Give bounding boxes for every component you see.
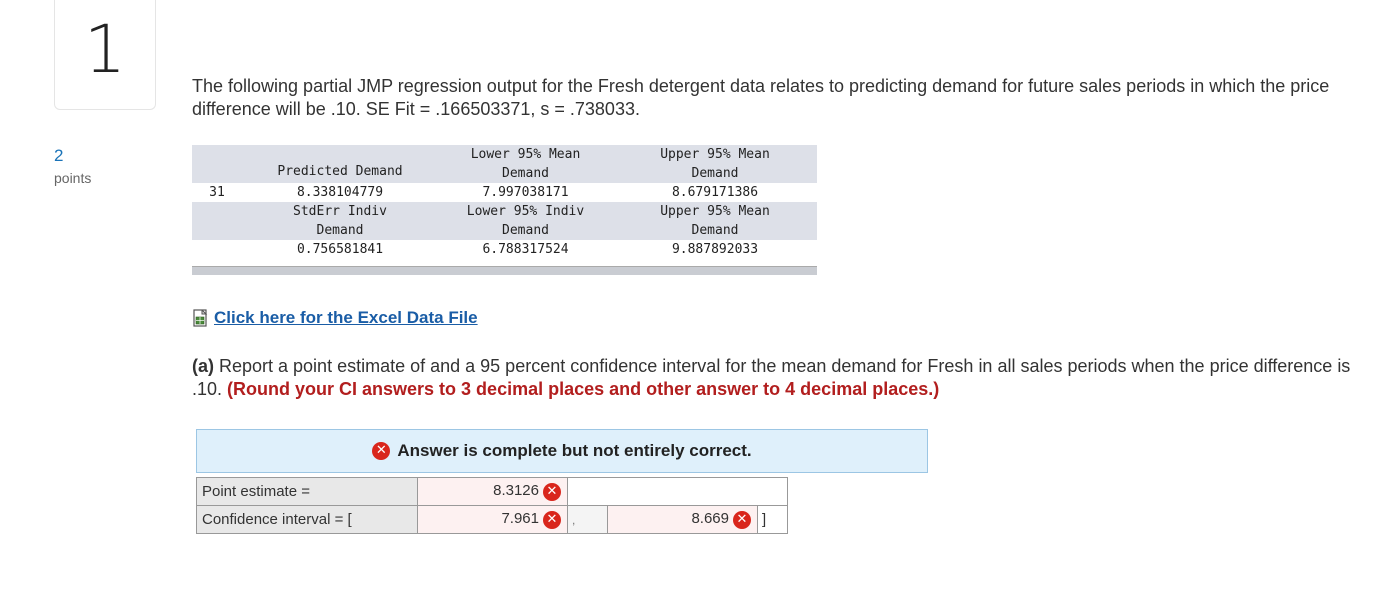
jmp-value-stderr: 0.756581841 [296,242,384,257]
jmp-header-predicted: Predicted Demand [277,164,403,179]
point-estimate-input[interactable]: 8.3126 ✕ [417,477,568,506]
point-estimate-row: Point estimate = 8.3126 ✕ [196,477,788,506]
jmp-header-row-2: StdErr Indiv Demand Lower 95% Indiv Dema… [192,202,817,240]
incorrect-icon: ✕ [733,510,751,529]
jmp-header-stderr-1: StdErr Indiv [293,204,387,219]
points-value: 2 [54,146,64,165]
points-label: points [54,170,92,186]
jmp-header-lower-indiv-1: Lower 95% Indiv [466,204,585,219]
ci-separator: , [567,505,608,534]
incorrect-icon: ✕ [372,442,391,460]
empty-cell [567,477,788,506]
ci-close-bracket: ] [757,505,788,534]
jmp-header-upper-mean-2: Demand [691,166,739,181]
jmp-value-lower-mean: 7.997038171 [482,185,569,200]
confidence-interval-label: Confidence interval = [ [196,505,418,534]
point-estimate-label: Point estimate = [196,477,418,506]
jmp-values-row-2: 0.756581841 6.788317524 9.887892033 [192,240,817,259]
jmp-header-lower-mean-1: Lower 95% Mean [470,147,581,162]
question-number-box: 1 [54,0,156,110]
jmp-scrollbar[interactable] [192,266,817,275]
ci-lower-input[interactable]: 7.961 ✕ [417,505,568,534]
point-estimate-value: 8.3126 [493,482,539,500]
jmp-header-upper-mean-1: Upper 95% Mean [660,147,770,162]
jmp-value-predicted: 8.338104779 [296,185,384,200]
part-a-question: (a) Report a point estimate of and a 95 … [192,355,1372,401]
jmp-values-row-1: 31 8.338104779 7.997038171 8.679171386 [192,183,817,202]
ci-upper-value: 8.669 [691,510,729,528]
jmp-value-lower-indiv: 6.788317524 [482,242,569,257]
excel-link-text[interactable]: Click here for the Excel Data File [214,308,478,328]
part-a-instruction: (Round your CI answers to 3 decimal plac… [227,379,940,399]
question-number: 1 [84,11,126,88]
incorrect-icon: ✕ [543,510,561,529]
jmp-header-lower-mean-2: Demand [502,166,549,181]
answer-status-text: Answer is complete but not entirely corr… [397,441,752,460]
ci-lower-value: 7.961 [501,510,539,528]
answer-status-banner: ✕ Answer is complete but not entirely co… [196,429,928,473]
excel-data-link[interactable]: Click here for the Excel Data File [192,308,478,328]
jmp-value-upper-mean: 8.679171386 [671,185,759,200]
jmp-header-stderr-2: Demand [316,223,364,238]
answer-table: Point estimate = 8.3126 ✕ Confidence inte… [196,477,788,534]
jmp-header-row-1: Predicted Demand Lower 95% Mean Demand U… [192,145,817,183]
jmp-header-upper-mean2-2: Demand [691,223,739,238]
question-text: The following partial JMP regression out… [192,76,1330,119]
excel-file-icon [193,309,208,327]
ci-upper-input[interactable]: 8.669 ✕ [607,505,758,534]
confidence-interval-row: Confidence interval = [ 7.961 ✕ , 8.669 ✕ … [196,505,788,534]
part-a-label: (a) [192,356,214,376]
jmp-row-id: 31 [209,185,225,200]
jmp-value-upper-mean-2: 9.887892033 [671,242,759,257]
incorrect-icon: ✕ [543,482,561,501]
jmp-header-upper-mean2-1: Upper 95% Mean [660,204,770,219]
jmp-header-lower-indiv-2: Demand [502,223,549,238]
